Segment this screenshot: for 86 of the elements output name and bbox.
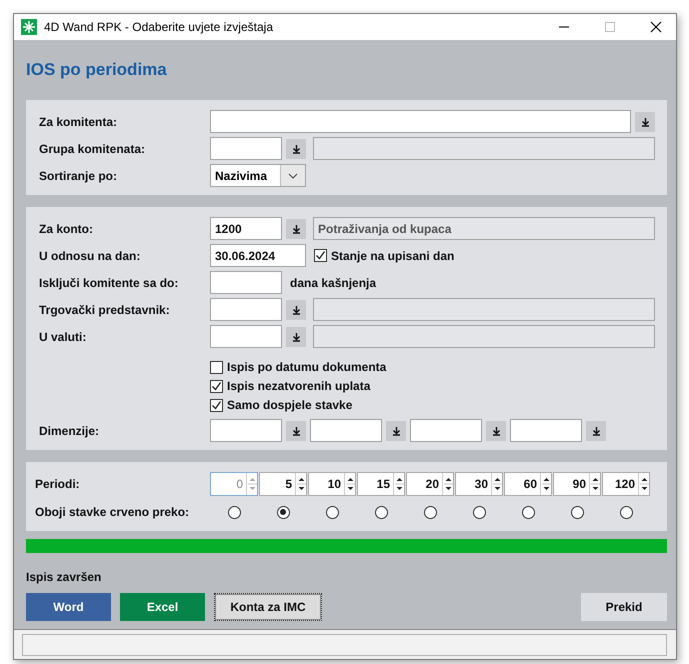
- window-title: 4D Wand RPK - Odaberite uvjete izvještaja: [44, 20, 273, 34]
- radio-button[interactable]: [374, 506, 388, 518]
- download-icon: [492, 426, 500, 436]
- sort-dropdown[interactable]: Nazivima: [210, 164, 306, 187]
- checkbox[interactable]: [210, 398, 223, 412]
- field-label: Periodi:: [35, 477, 81, 491]
- download-icon: [640, 116, 650, 126]
- radio-button[interactable]: [570, 506, 584, 518]
- action-button[interactable]: Prekid: [581, 593, 667, 621]
- radio-button[interactable]: [620, 506, 632, 518]
- checkbox-label: Samo dospjele stavke: [227, 398, 352, 412]
- period-spinner[interactable]: 15: [357, 472, 405, 496]
- close-icon[interactable]: [650, 21, 662, 33]
- spin-arrows-icon: [248, 475, 256, 493]
- period-spinner[interactable]: 20: [406, 472, 454, 496]
- field-label: Isključi komitente sa do:: [39, 276, 180, 290]
- field-label: Trgovački predstavnik:: [39, 302, 171, 316]
- download-icon: [292, 304, 300, 314]
- chevron-down-icon: [288, 172, 298, 178]
- lookup-button[interactable]: [286, 300, 306, 320]
- spin-arrows-icon: [542, 475, 550, 493]
- lookup-button[interactable]: [386, 420, 406, 440]
- spin-arrows-icon: [296, 475, 306, 493]
- action-button[interactable]: Konta za IMC: [214, 593, 322, 621]
- input-field[interactable]: [210, 419, 282, 442]
- field-label: Dimenzije:: [39, 424, 100, 438]
- download-icon: [292, 332, 300, 342]
- checkbox-label: Ispis po datumu dokumenta: [227, 360, 386, 374]
- period-spinner[interactable]: 10: [308, 472, 356, 496]
- checkbox[interactable]: [314, 249, 327, 262]
- lookup-button[interactable]: [286, 326, 306, 346]
- field-label: Za konto:: [39, 222, 94, 236]
- status-text: Ispis završen: [26, 570, 102, 584]
- radio-button[interactable]: [522, 506, 534, 518]
- field-label: Sortiranje po:: [39, 168, 118, 182]
- spin-arrows-icon: [444, 475, 452, 493]
- download-icon: [292, 144, 300, 154]
- checkbox[interactable]: [210, 380, 223, 392]
- radio-button[interactable]: [424, 506, 436, 518]
- period-spinner[interactable]: 30: [455, 472, 503, 496]
- input-field[interactable]: [410, 419, 482, 442]
- field-label: U odnosu na dan:: [39, 248, 142, 262]
- input-field[interactable]: [210, 110, 631, 133]
- star-icon: [21, 19, 37, 35]
- field-label: Grupa komitenata:: [39, 142, 146, 156]
- field-label: Za komitenta:: [39, 114, 118, 128]
- spin-arrows-icon: [492, 475, 502, 493]
- checkbox-label: Stanje na upisani dan: [331, 248, 454, 262]
- spin-arrows-icon: [590, 475, 600, 493]
- period-spinner[interactable]: 120: [602, 472, 650, 496]
- report-heading: IOS po periodima: [26, 59, 168, 81]
- checkbox[interactable]: [210, 360, 223, 374]
- lookup-button[interactable]: [635, 112, 655, 132]
- download-icon: [592, 426, 600, 436]
- action-button[interactable]: Word: [26, 593, 111, 621]
- input-field[interactable]: [210, 298, 282, 321]
- spin-arrows-icon: [640, 475, 648, 493]
- period-spinner[interactable]: 5: [259, 472, 307, 496]
- spin-arrows-icon: [346, 475, 354, 493]
- lookup-button[interactable]: [286, 218, 306, 238]
- radio-button[interactable]: [326, 506, 338, 518]
- lookup-button[interactable]: [486, 420, 506, 440]
- input-field[interactable]: [510, 419, 582, 442]
- input-field[interactable]: [210, 325, 282, 348]
- action-button[interactable]: Excel: [120, 593, 205, 621]
- period-spinner[interactable]: 60: [504, 472, 552, 496]
- date-field[interactable]: 30.06.2024: [210, 244, 306, 267]
- field-label: Oboji stavke crveno preko:: [35, 505, 190, 519]
- download-icon: [392, 426, 400, 436]
- checkbox-label: Ispis nezatvorenih uplata: [227, 379, 370, 393]
- download-icon: [292, 224, 300, 234]
- input-field[interactable]: [310, 419, 382, 442]
- input-field[interactable]: [210, 137, 282, 160]
- input-field[interactable]: 1200: [210, 217, 282, 240]
- field-label: U valuti:: [39, 330, 88, 344]
- spin-arrows-icon: [394, 475, 404, 493]
- unit-label: dana kašnjenja: [290, 276, 376, 290]
- description-field: Potraživanja od kupaca: [313, 217, 655, 240]
- radio-button[interactable]: [472, 506, 486, 518]
- radio-button[interactable]: [276, 506, 290, 518]
- input-field[interactable]: [210, 271, 282, 294]
- period-spinner[interactable]: 90: [553, 472, 601, 496]
- lookup-button[interactable]: [586, 420, 606, 440]
- lookup-button[interactable]: [286, 138, 306, 158]
- lookup-button[interactable]: [286, 420, 306, 440]
- download-icon: [292, 426, 300, 436]
